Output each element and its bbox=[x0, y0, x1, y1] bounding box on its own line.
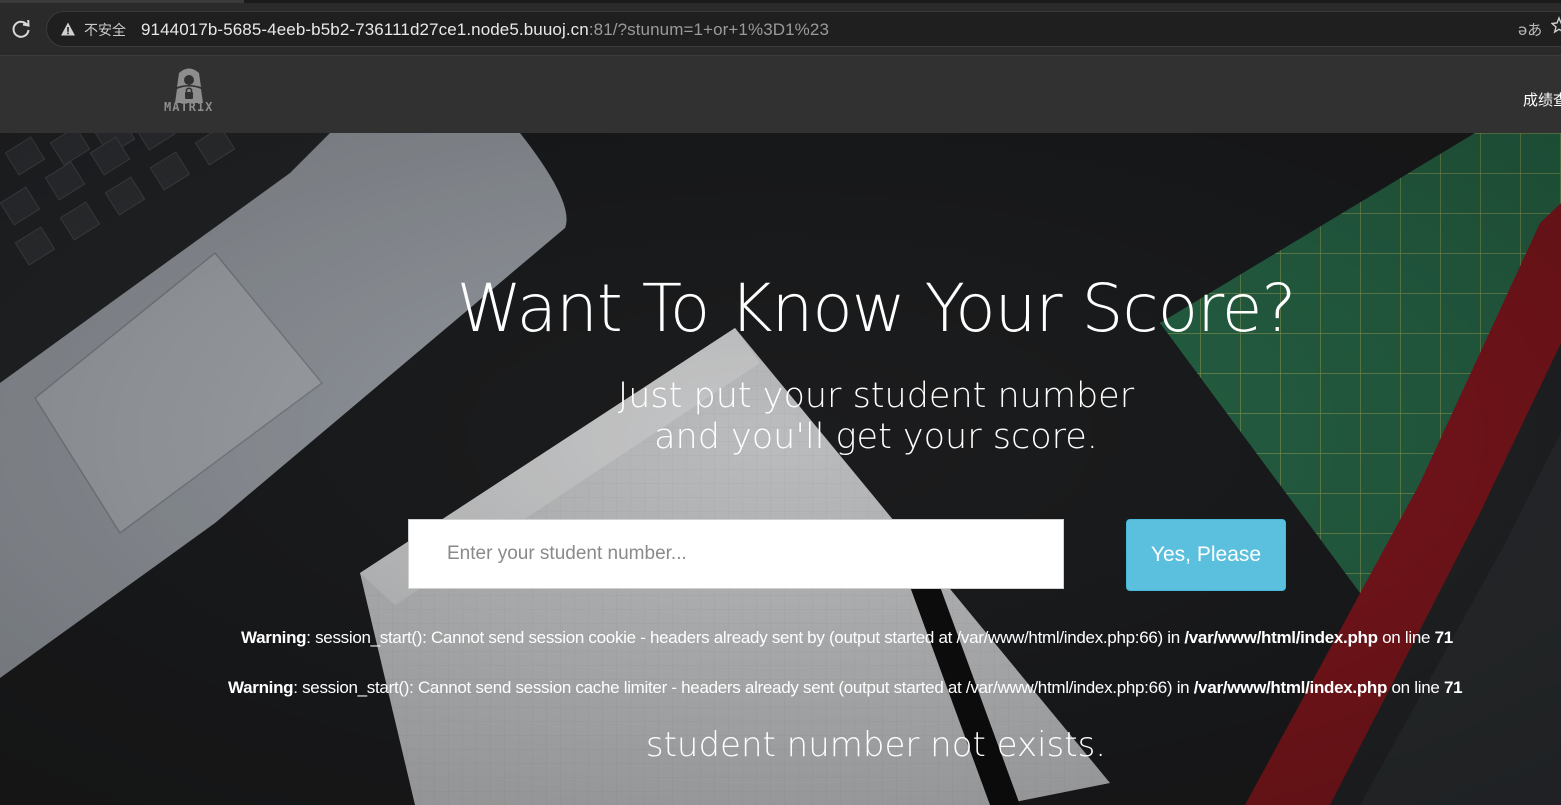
student-number-field[interactable] bbox=[408, 519, 1064, 589]
reload-icon[interactable] bbox=[10, 18, 32, 40]
tab-strip-edge bbox=[0, 0, 1561, 3]
hero-title: Want To Know Your Score? bbox=[456, 270, 1297, 347]
url-text[interactable]: 9144017b-5685-4eeb-b5b2-736111d27ce1.nod… bbox=[141, 20, 829, 40]
url-host: 9144017b-5685-4eeb-b5b2-736111d27ce1.nod… bbox=[141, 20, 589, 39]
warning-label: Warning bbox=[228, 678, 294, 697]
warning-line-prefix: on line bbox=[1377, 628, 1435, 647]
warning-message: : session_start(): Cannot send session c… bbox=[306, 628, 1185, 647]
warning-line-number: 71 bbox=[1443, 678, 1463, 697]
submit-button[interactable]: Yes, Please bbox=[1126, 519, 1286, 591]
hero-subtitle-line-1: Just put your student number bbox=[617, 376, 1135, 416]
warning-file: /var/www/html/index.php bbox=[1184, 628, 1378, 647]
php-warning-1: Warning: session_start(): Cannot send se… bbox=[241, 628, 1453, 648]
active-tab-edge[interactable] bbox=[0, 0, 244, 3]
warning-triangle-icon[interactable] bbox=[60, 21, 76, 37]
hero-subtitle: Just put your student number and you'll … bbox=[0, 376, 1561, 458]
browser-toolbar: 不安全 9144017b-5685-4eeb-b5b2-736111d27ce1… bbox=[0, 0, 1561, 56]
nav-link-score-query[interactable]: 成绩查 bbox=[1523, 89, 1561, 110]
translate-icon[interactable]: ǝあ bbox=[1518, 19, 1542, 40]
hero-subtitle-line-2: and you'll get your score. bbox=[654, 417, 1098, 457]
warning-message: : session_start(): Cannot send session c… bbox=[293, 678, 1194, 697]
warning-line-number: 71 bbox=[1434, 628, 1454, 647]
result-message: student number not exists. bbox=[645, 725, 1107, 765]
security-status-label[interactable]: 不安全 bbox=[84, 20, 126, 40]
bookmark-star-icon[interactable] bbox=[1551, 16, 1561, 34]
site-navbar: MATR1X 成绩查 bbox=[0, 56, 1561, 133]
warning-label: Warning bbox=[241, 628, 307, 647]
php-warning-2: Warning: session_start(): Cannot send se… bbox=[228, 678, 1463, 698]
address-bar[interactable]: 不安全 9144017b-5685-4eeb-b5b2-736111d27ce1… bbox=[46, 11, 1561, 47]
student-number-input[interactable] bbox=[409, 520, 1063, 588]
warning-file: /var/www/html/index.php bbox=[1193, 678, 1388, 697]
desk-background-image bbox=[0, 133, 1561, 805]
warning-line-prefix: on line bbox=[1387, 678, 1444, 697]
url-path-query: :81/?stunum=1+or+1%3D1%23 bbox=[588, 20, 830, 39]
logo-text[interactable]: MATR1X bbox=[164, 100, 213, 114]
hero-section: Want To Know Your Score? Just put your s… bbox=[0, 133, 1561, 805]
